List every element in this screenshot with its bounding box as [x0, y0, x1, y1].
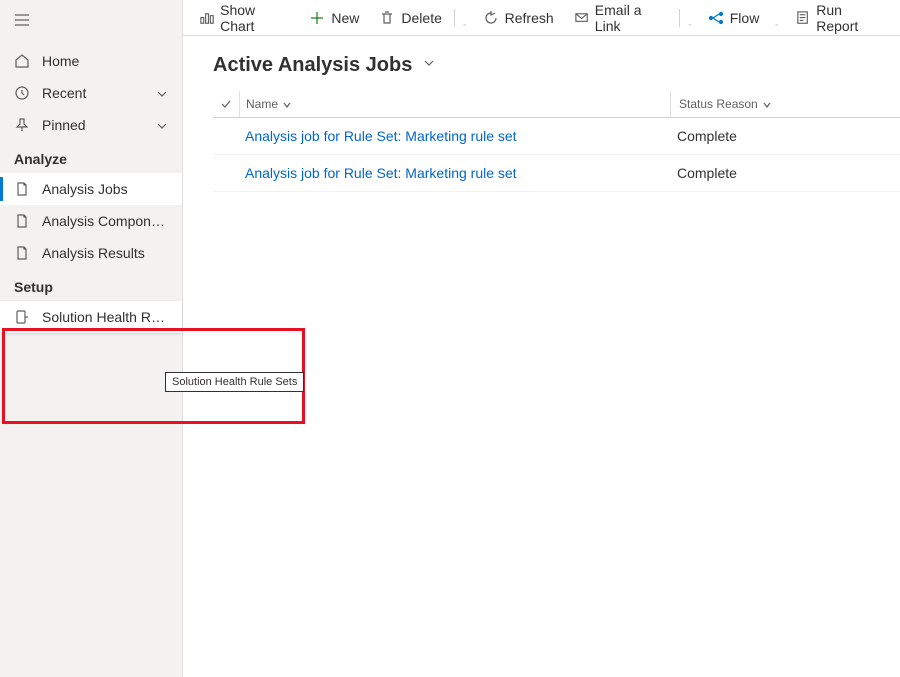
health-icon [14, 309, 30, 325]
document-icon [14, 213, 30, 229]
tooltip: Solution Health Rule Sets [165, 372, 304, 392]
flow-dropdown[interactable] [769, 10, 785, 26]
column-header-name[interactable]: Name [240, 97, 670, 111]
separator [454, 9, 455, 27]
nav-home-label: Home [42, 53, 168, 69]
hamburger-icon [14, 12, 30, 28]
email-icon [574, 10, 589, 26]
delete-dropdown[interactable] [457, 10, 473, 26]
pin-icon [14, 117, 30, 133]
document-icon [14, 181, 30, 197]
section-analyze-title: Analyze [0, 141, 182, 173]
refresh-button[interactable]: Refresh [475, 6, 562, 30]
nav-solution-health-label: Solution Health Rule ... [42, 309, 168, 325]
select-all[interactable] [213, 98, 239, 110]
report-icon [795, 10, 810, 26]
main-content: Active Analysis Jobs Name Status Reason … [183, 36, 900, 677]
row-status: Complete [669, 165, 849, 181]
email-label: Email a Link [595, 2, 667, 34]
section-setup-title: Setup [0, 269, 182, 301]
grid-header: Name Status Reason [213, 91, 900, 118]
command-bar: Show Chart New Delete Refresh Email a Li… [183, 0, 900, 36]
delete-label: Delete [401, 10, 441, 26]
column-name-label: Name [246, 97, 278, 111]
nav-analysis-results[interactable]: Analysis Results [0, 237, 182, 269]
clock-icon [14, 85, 30, 101]
chevron-down-icon [156, 119, 168, 131]
nav-analysis-jobs-label: Analysis Jobs [42, 181, 168, 197]
email-link-button[interactable]: Email a Link [566, 0, 675, 38]
nav-recent-label: Recent [42, 85, 156, 101]
sidebar: Home Recent Pinned Analyze Analysis Jobs… [0, 0, 183, 677]
page-title: Active Analysis Jobs [213, 54, 412, 77]
table-row[interactable]: Analysis job for Rule Set: Marketing rul… [213, 155, 900, 192]
nav-analysis-results-label: Analysis Results [42, 245, 168, 261]
chevron-down-icon [422, 56, 436, 75]
separator [679, 9, 680, 27]
show-chart-label: Show Chart [220, 2, 289, 34]
flow-icon [708, 10, 724, 26]
trash-icon [379, 10, 395, 26]
home-icon [14, 53, 30, 69]
document-icon [14, 245, 30, 261]
row-status: Complete [669, 128, 849, 144]
column-header-status[interactable]: Status Reason [671, 97, 851, 111]
nav-pinned[interactable]: Pinned [0, 109, 182, 141]
chart-icon [199, 10, 214, 26]
show-chart-button[interactable]: Show Chart [191, 0, 297, 38]
refresh-label: Refresh [505, 10, 554, 26]
table-row[interactable]: Analysis job for Rule Set: Marketing rul… [213, 118, 900, 155]
email-dropdown[interactable] [682, 10, 698, 26]
nav-recent[interactable]: Recent [0, 77, 182, 109]
nav-analysis-jobs[interactable]: Analysis Jobs [0, 173, 182, 205]
nav-pinned-label: Pinned [42, 117, 156, 133]
flow-label: Flow [730, 10, 760, 26]
row-name-link[interactable]: Analysis job for Rule Set: Marketing rul… [245, 128, 517, 144]
data-grid: Name Status Reason Analysis job for Rule… [213, 91, 900, 192]
page-title-row[interactable]: Active Analysis Jobs [213, 54, 900, 77]
new-label: New [331, 10, 359, 26]
chevron-down-icon [156, 87, 168, 99]
nav-solution-health-rule-sets[interactable]: Solution Health Rule ... [0, 301, 182, 333]
hamburger-button[interactable] [0, 0, 182, 45]
nav-home[interactable]: Home [0, 45, 182, 77]
column-status-label: Status Reason [679, 97, 758, 111]
nav-analysis-components-label: Analysis Components [42, 213, 168, 229]
chevron-down-icon [762, 99, 772, 109]
run-report-button[interactable]: Run Report [787, 0, 892, 38]
refresh-icon [483, 10, 499, 26]
row-name-link[interactable]: Analysis job for Rule Set: Marketing rul… [245, 165, 517, 181]
delete-button[interactable]: Delete [371, 6, 449, 30]
chevron-down-icon [282, 99, 292, 109]
flow-button[interactable]: Flow [700, 6, 768, 30]
nav-analysis-components[interactable]: Analysis Components [0, 205, 182, 237]
new-button[interactable]: New [301, 6, 367, 30]
plus-icon [309, 10, 325, 26]
run-report-label: Run Report [816, 2, 884, 34]
